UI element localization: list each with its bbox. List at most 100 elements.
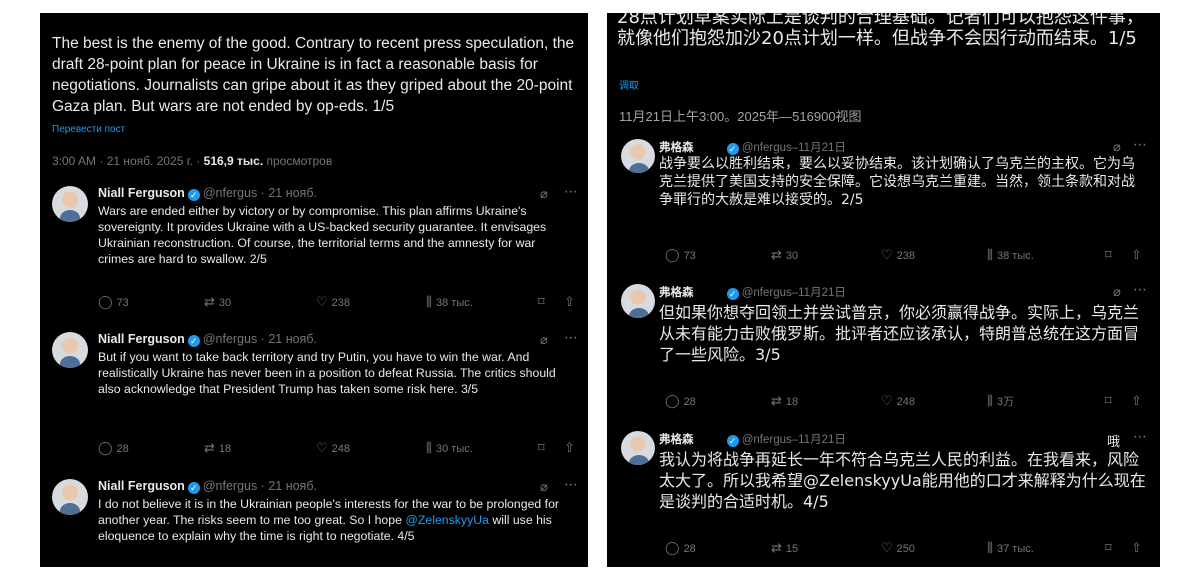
like-button[interactable]: ♡ 238 bbox=[316, 294, 350, 310]
view-count: 38 тыс. bbox=[996, 250, 1034, 262]
bookmark-button[interactable]: ⌑ bbox=[1105, 247, 1116, 263]
like-button[interactable]: ♡ 238 bbox=[881, 247, 915, 263]
like-button[interactable]: ♡ 250 bbox=[881, 540, 915, 556]
tweet-header: 弗格森 ✓ @nfergus–11月21日 bbox=[659, 139, 846, 155]
author-handle[interactable]: @nfergus · 21 нояб. bbox=[203, 332, 317, 346]
views-button[interactable]: ⫼ 30 тыс. bbox=[426, 440, 473, 456]
like-count: 248 bbox=[896, 396, 916, 408]
avatar[interactable] bbox=[621, 431, 655, 465]
like-button[interactable]: ♡ 248 bbox=[881, 393, 915, 409]
avatar[interactable] bbox=[52, 332, 88, 368]
avatar[interactable] bbox=[621, 284, 655, 318]
tweet-text: Wars are ended either by victory or by c… bbox=[98, 204, 547, 266]
grok-icon[interactable]: ⌀ bbox=[540, 479, 548, 495]
share-icon: ⇧ bbox=[564, 294, 575, 309]
author-name[interactable]: 弗格森 bbox=[659, 434, 694, 446]
bar-chart-icon: ⫼ bbox=[426, 440, 432, 455]
grok-icon[interactable]: ⌀ bbox=[540, 332, 548, 348]
tweet-text: But if you want to take back territory a… bbox=[98, 350, 556, 396]
like-button[interactable]: ♡ 248 bbox=[316, 440, 350, 456]
post-views-suffix: просмотров bbox=[263, 154, 333, 168]
repost-icon: ⇄ bbox=[204, 294, 215, 309]
bookmark-button[interactable]: ⌑ bbox=[538, 440, 549, 456]
repost-icon: ⇄ bbox=[771, 393, 782, 408]
translate-post-link[interactable]: 调取 bbox=[619, 77, 639, 92]
reply-count: 28 bbox=[683, 396, 696, 408]
bookmark-button[interactable]: ⌑ bbox=[538, 294, 549, 310]
bookmark-button[interactable]: ⌑ bbox=[1105, 540, 1116, 556]
reply-button[interactable]: ◯ 73 bbox=[98, 294, 129, 310]
author-name[interactable]: Niall Ferguson bbox=[98, 332, 185, 346]
share-icon: ⇧ bbox=[564, 440, 575, 455]
reply-button[interactable]: ◯ 73 bbox=[665, 247, 696, 263]
repost-button[interactable]: ⇄ 18 bbox=[204, 440, 231, 456]
more-options-icon[interactable]: ⋯ bbox=[1133, 281, 1147, 298]
views-button[interactable]: ⫼ 37 тыс. bbox=[987, 540, 1034, 556]
reply-icon: ◯ bbox=[98, 294, 113, 309]
verified-badge-icon: ✓ bbox=[726, 143, 739, 155]
author-name[interactable]: 弗格森 bbox=[659, 142, 694, 154]
repost-button[interactable]: ⇄ 30 bbox=[771, 247, 798, 263]
share-button[interactable]: ⇧ bbox=[564, 294, 579, 310]
translate-post-link[interactable]: Перевести пост bbox=[52, 124, 125, 135]
like-count: 250 bbox=[896, 543, 916, 555]
repost-count: 30 bbox=[218, 297, 232, 309]
share-button[interactable]: ⇧ bbox=[1131, 540, 1146, 556]
heart-icon: ♡ bbox=[881, 540, 893, 555]
views-button[interactable]: ⫼ 38 тыс. bbox=[987, 247, 1034, 263]
repost-icon: ⇄ bbox=[204, 440, 215, 455]
more-options-icon[interactable]: ⋯ bbox=[564, 329, 578, 346]
author-handle[interactable]: @nfergus · 21 нояб. bbox=[203, 479, 317, 493]
bookmark-icon: ⌑ bbox=[1105, 393, 1112, 408]
bookmark-button[interactable]: ⌑ bbox=[1105, 393, 1116, 409]
reply-button[interactable]: ◯ 28 bbox=[665, 540, 696, 556]
avatar[interactable] bbox=[621, 139, 655, 173]
author-name[interactable]: Niall Ferguson bbox=[98, 186, 185, 200]
tweet-text: 战争要么以胜利结束，要么以妥协结束。该计划确认了乌克兰的主权。它为乌克兰提供了美… bbox=[659, 156, 1135, 208]
repost-icon: ⇄ bbox=[771, 540, 782, 555]
view-count: 3万 bbox=[996, 396, 1015, 408]
views-button[interactable]: ⫼ 38 тыс. bbox=[426, 294, 473, 310]
avatar[interactable] bbox=[52, 479, 88, 515]
verified-badge-icon: ✓ bbox=[726, 435, 739, 447]
avatar[interactable] bbox=[52, 186, 88, 222]
bookmark-icon: ⌑ bbox=[538, 294, 545, 309]
share-button[interactable]: ⇧ bbox=[1131, 393, 1146, 409]
more-options-icon[interactable]: ⋯ bbox=[1133, 428, 1147, 445]
author-name[interactable]: 弗格森 bbox=[659, 287, 694, 299]
more-options-icon[interactable]: ⋯ bbox=[564, 183, 578, 200]
post-meta: 3:00 AM · 21 нояб. 2025 г. · 516,9 тыс. … bbox=[52, 154, 332, 168]
reply-button[interactable]: ◯ 28 bbox=[665, 393, 696, 409]
views-button[interactable]: ⫼ 3万 bbox=[987, 393, 1014, 409]
more-options-icon[interactable]: ⋯ bbox=[1133, 136, 1147, 153]
tweet-text: 但如果你想夺回领土并尝试普京，你必须赢得战争。实际上，乌克兰从未有能力击败俄罗斯… bbox=[659, 303, 1140, 364]
post-timestamp: 3:00 AM · 21 нояб. 2025 г. · bbox=[52, 154, 204, 168]
tweet-text: 我认为将战争再延长一年不符合乌克兰人民的利益。在我看来，风险太大了。所以我希望@… bbox=[659, 450, 1146, 511]
reply-button[interactable]: ◯ 28 bbox=[98, 440, 129, 456]
post-meta: 11月21日上午3:00。2025年—516900视图 bbox=[619, 109, 862, 124]
verified-badge-icon: ✓ bbox=[726, 288, 739, 300]
author-name[interactable]: Niall Ferguson bbox=[98, 479, 185, 493]
bar-chart-icon: ⫼ bbox=[987, 247, 993, 262]
mention-link[interactable]: @ZelenskyyUa bbox=[405, 513, 489, 527]
repost-button[interactable]: ⇄ 18 bbox=[771, 393, 798, 409]
grok-icon[interactable]: ⌀ bbox=[540, 186, 548, 202]
left-screenshot-panel: The best is the enemy of the good. Contr… bbox=[40, 13, 588, 567]
grok-icon[interactable]: ⌀ bbox=[1113, 284, 1121, 300]
reply-count: 28 bbox=[116, 443, 129, 455]
more-options-icon[interactable]: ⋯ bbox=[564, 476, 578, 493]
grok-label[interactable]: 哦 bbox=[1107, 431, 1120, 450]
share-button[interactable]: ⇧ bbox=[1131, 247, 1146, 263]
author-handle[interactable]: @nfergus–11月21日 bbox=[742, 287, 846, 299]
like-count: 238 bbox=[896, 250, 916, 262]
author-handle[interactable]: @nfergus · 21 нояб. bbox=[203, 186, 317, 200]
repost-button[interactable]: ⇄ 15 bbox=[771, 540, 798, 556]
like-count: 238 bbox=[331, 297, 351, 309]
share-button[interactable]: ⇧ bbox=[564, 440, 579, 456]
main-post-text: The best is the enemy of the good. Contr… bbox=[52, 35, 575, 115]
tweet-text: I do not believe it is in the Ukrainian … bbox=[98, 496, 574, 544]
grok-icon[interactable]: ⌀ bbox=[1113, 139, 1121, 155]
repost-button[interactable]: ⇄ 30 bbox=[204, 294, 231, 310]
author-handle[interactable]: @nfergus–11月21日 bbox=[742, 434, 846, 446]
author-handle[interactable]: @nfergus–11月21日 bbox=[742, 142, 846, 154]
